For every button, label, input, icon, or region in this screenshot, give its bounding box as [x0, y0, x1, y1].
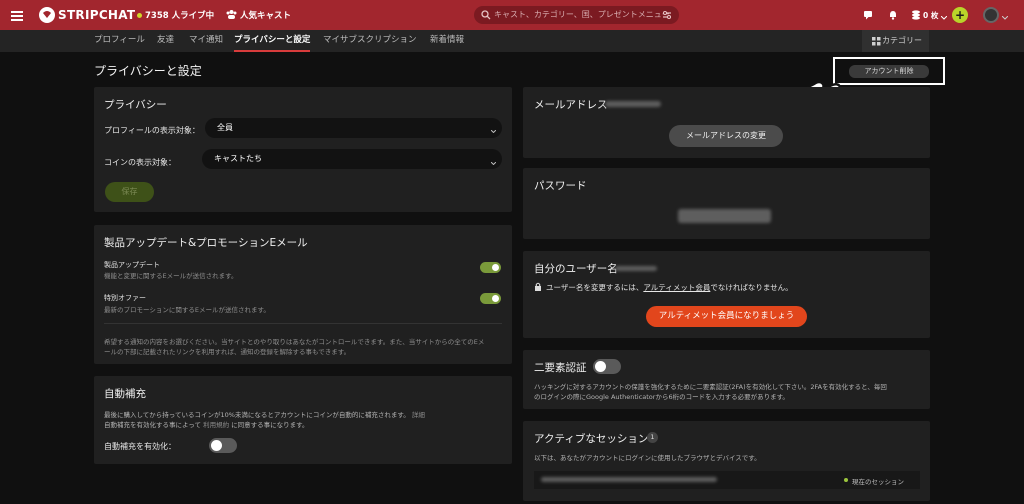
categories-label: カテゴリー	[882, 36, 922, 45]
token-balance[interactable]: 0 枚	[923, 10, 938, 21]
search-icon	[481, 10, 491, 22]
current-session-label: 現在のセッション	[852, 478, 904, 486]
active-sessions-title: アクティブなセッション	[534, 433, 649, 445]
tab-notifications[interactable]: マイ通知	[189, 30, 223, 52]
password-title: パスワード	[534, 180, 587, 192]
messages-icon[interactable]	[863, 10, 873, 22]
coin-visibility-value: キャストたち	[214, 154, 262, 163]
autofill-card: 自動補充 最後に購入してから持っているコインが10%未満になるとアカウントにコイ…	[94, 376, 512, 464]
popular-casts-link[interactable]: 人気キャスト	[240, 9, 291, 21]
username-notice-pre: ユーザー名を変更するには、	[546, 283, 644, 292]
delete-account-button[interactable]: アカウント削除	[849, 65, 929, 78]
two-factor-desc-line2: のログインの際にGoogle Authenticatorから6桁のコードを入力す…	[534, 393, 789, 401]
email-preferences-title: 製品アップデート&プロモーションEメール	[104, 237, 308, 249]
special-offers-desc: 最新のプロモーションに関するEメールが送信されます。	[104, 306, 270, 314]
username-notice: ユーザー名を変更するには、アルティメット会員でなければなりません。	[546, 282, 793, 293]
username-notice-post: でなければなりません。	[710, 283, 793, 292]
save-button[interactable]: 保存	[105, 182, 154, 202]
terms-link[interactable]: 利用規約	[203, 421, 229, 429]
product-updates-desc: 機能と変更に関するEメールが送信されます。	[104, 272, 238, 280]
autofill-terms-pre: 自動補充を有効化する事によって	[104, 421, 201, 429]
tab-privacy-settings[interactable]: プライバシーと設定	[234, 30, 311, 52]
active-sessions-card: アクティブなセッション 1 以下は、あなたがアカウントにログインに使用したブラウ…	[523, 421, 930, 501]
active-sessions-desc: 以下は、あなたがアカウントにログインに使用したブラウザとデバイスです。	[534, 454, 761, 462]
avatar[interactable]	[983, 7, 999, 23]
username-title: 自分のユーザー名	[534, 263, 618, 275]
password-card: パスワード	[523, 168, 930, 239]
profile-visibility-value: 全員	[217, 123, 233, 132]
two-factor-title: 二要素認証	[534, 362, 587, 374]
change-email-button[interactable]: メールアドレスの変更	[669, 125, 783, 147]
coins-icon	[911, 9, 921, 23]
email-address-title: メールアドレス	[534, 99, 608, 111]
profile-visibility-label: プロフィールの表示対象：	[104, 126, 200, 135]
special-offers-title: 特別オファー	[104, 294, 146, 302]
privacy-title: プライバシー	[104, 99, 167, 111]
two-factor-toggle[interactable]	[593, 359, 621, 374]
logo-icon[interactable]	[39, 7, 55, 23]
grid-icon	[872, 37, 881, 48]
chevron-down-icon	[490, 126, 497, 135]
tab-friends[interactable]: 友達	[157, 30, 174, 52]
autofill-enable-label: 自動補充を有効化：	[104, 442, 176, 451]
autofill-desc-line2: 自動補充を有効化する事によって 利用規約 に同意する事になります。	[104, 419, 309, 429]
lock-icon	[534, 282, 542, 293]
coin-visibility-select[interactable]: キャストたち	[202, 149, 502, 169]
two-factor-desc-line1: ハッキングに対するアカウントの保護を強化するために二要素認証(2FA)を有効化し…	[534, 383, 887, 391]
product-updates-toggle[interactable]	[480, 262, 501, 273]
email-address-card: メールアドレス メールアドレスの変更	[523, 87, 930, 158]
live-count[interactable]: 7358 人ライブ中	[145, 9, 214, 21]
profile-visibility-select[interactable]: 全員	[205, 118, 502, 138]
autofill-terms-post: に同意する事になります。	[231, 421, 309, 429]
privacy-card: プライバシー プロフィールの表示対象： 全員 コインの表示対象： キャストたち …	[94, 87, 512, 212]
chevron-down-icon[interactable]	[940, 13, 948, 22]
email-preferences-card: 製品アップデート&プロモーションEメール 製品アップデート 機能と変更に関するE…	[94, 225, 512, 364]
become-ultimate-button[interactable]: アルティメット会員になりましょう	[646, 306, 807, 327]
session-device-info	[541, 477, 717, 482]
chevron-down-icon[interactable]	[1001, 13, 1009, 22]
ultimate-link[interactable]: アルティメット会員	[643, 283, 710, 292]
tab-profile[interactable]: プロフィール	[94, 30, 145, 52]
tab-whats-new[interactable]: 新着情報	[430, 30, 464, 52]
menu-icon[interactable]	[11, 9, 23, 23]
autofill-desc-text: 最後に購入してから持っているコインが10%未満になるとアカウントにコインが自動的…	[104, 411, 410, 419]
divider	[104, 323, 502, 324]
email-note-line1: 希望する通知の内容をお選びください。当サイトとのやり取りはあなたがコントロールで…	[104, 338, 485, 346]
autofill-toggle[interactable]	[209, 438, 237, 453]
session-count-badge: 1	[647, 432, 658, 443]
username-value	[615, 266, 657, 271]
search-input[interactable]: キャスト、カテゴリー、国、プレゼントメニュー	[474, 6, 679, 24]
brand-name[interactable]: STRIPCHAT	[58, 8, 135, 22]
top-bar: STRIPCHAT 7358 人ライブ中 人気キャスト キャスト、カテゴリー、国…	[0, 0, 1024, 30]
autofill-title: 自動補充	[104, 388, 146, 400]
buy-tokens-button[interactable]: +	[952, 7, 968, 23]
notifications-icon[interactable]	[888, 10, 898, 22]
coin-visibility-label: コインの表示対象：	[104, 158, 176, 167]
tab-subscriptions[interactable]: マイサブスクリプション	[323, 30, 417, 52]
autofill-desc-line1: 最後に購入してから持っているコインが10%未満になるとアカウントにコインが自動的…	[104, 409, 425, 419]
special-offers-toggle[interactable]	[480, 293, 501, 304]
popular-icon	[226, 9, 237, 20]
current-session-dot-icon	[844, 478, 848, 482]
chevron-down-icon	[490, 158, 497, 167]
password-value	[678, 209, 771, 223]
two-factor-card: 二要素認証 ハッキングに対するアカウントの保護を強化するために二要素認証(2FA…	[523, 350, 930, 409]
email-note-line2: ールの下部に記載されたリンクを利用すれば、通知の登録を解除する事もできます。	[104, 348, 351, 356]
autofill-details-link[interactable]: 詳細	[412, 411, 425, 419]
email-address-value	[605, 101, 661, 107]
username-card: 自分のユーザー名 ユーザー名を変更するには、アルティメット会員でなければなりませ…	[523, 251, 930, 338]
filter-icon[interactable]	[662, 10, 672, 22]
product-updates-title: 製品アップデート	[104, 261, 160, 269]
live-indicator-icon	[137, 13, 142, 18]
page-title: プライバシーと設定	[94, 64, 202, 78]
